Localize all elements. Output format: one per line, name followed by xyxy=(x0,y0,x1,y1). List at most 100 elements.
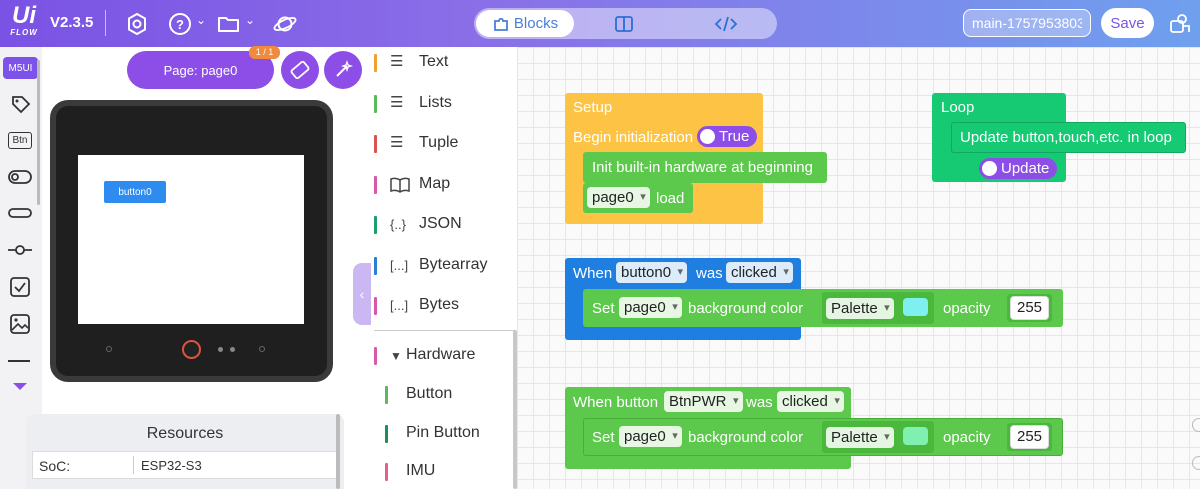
setup-title: Setup xyxy=(573,99,613,116)
magic-tool-button[interactable] xyxy=(324,51,362,89)
category-json[interactable]: {..} JSON xyxy=(371,208,517,248)
filename-input[interactable] xyxy=(963,9,1091,37)
category-color-bar xyxy=(374,176,377,194)
page-dropdown[interactable]: page0 xyxy=(619,426,682,447)
category-bytes[interactable]: [...] Bytes xyxy=(371,289,517,329)
button-widget-icon[interactable]: Btn xyxy=(4,126,36,154)
app-logo: Ui FLOW xyxy=(8,4,40,44)
category-label: Hardware xyxy=(406,346,476,363)
hardware-item-button[interactable]: Button xyxy=(371,378,517,418)
wand-icon xyxy=(336,59,354,77)
checkbox-widget-icon[interactable] xyxy=(4,273,36,301)
label-widget-icon[interactable] xyxy=(4,91,36,119)
version-label: V2.3.5 xyxy=(50,14,94,31)
m5ui-tab[interactable]: M5UI xyxy=(3,57,38,79)
category-lists[interactable]: ☰ Lists xyxy=(371,87,517,127)
mode-blocks-button[interactable]: Blocks xyxy=(476,10,574,37)
collapse-panel-tab[interactable]: ‹ xyxy=(353,263,371,325)
switch-widget-icon[interactable] xyxy=(4,163,36,191)
toolbar-divider xyxy=(105,10,106,36)
soc-value: ESP32-S3 xyxy=(141,458,202,473)
category-color-bar xyxy=(374,54,377,72)
hardware-item-imu[interactable]: IMU xyxy=(371,455,517,489)
category-label: Lists xyxy=(419,94,452,111)
category-label: JSON xyxy=(419,215,462,232)
scroll-down-icon[interactable] xyxy=(13,383,27,390)
screen-button0[interactable]: button0 xyxy=(104,181,166,203)
init-hardware-label: Init built-in hardware at beginning xyxy=(592,159,813,176)
category-color-bar xyxy=(374,216,377,234)
split-view-icon[interactable] xyxy=(614,14,634,34)
chevron-left-icon: ‹ xyxy=(359,286,365,302)
category-label: Tuple xyxy=(419,134,459,151)
code-view-icon[interactable] xyxy=(714,14,738,34)
editor-mode-switch: Blocks xyxy=(474,8,777,39)
was-label: was xyxy=(696,265,723,282)
category-color-bar xyxy=(385,386,388,404)
puzzle-icon xyxy=(494,17,508,31)
hardware-item-pin-button[interactable]: Pin Button xyxy=(371,417,517,457)
settings-icon[interactable] xyxy=(124,11,150,37)
category-label: Bytearray xyxy=(419,256,488,273)
device-dot-right xyxy=(259,346,265,352)
event-type-dropdown[interactable]: clicked xyxy=(726,262,793,283)
category-label: Bytes xyxy=(419,296,460,313)
rotate-screen-button[interactable] xyxy=(281,51,319,89)
when-label: When button xyxy=(573,394,659,411)
set-label: Set xyxy=(592,300,615,317)
user-device-icon[interactable] xyxy=(1168,12,1192,36)
was-label: was xyxy=(746,394,773,411)
resources-scrollbar[interactable] xyxy=(336,414,340,489)
when-label: When xyxy=(573,265,613,282)
workspace-control[interactable] xyxy=(1192,456,1200,470)
resources-title: Resources xyxy=(146,425,224,442)
category-map[interactable]: Map xyxy=(371,168,517,208)
begin-toggle[interactable]: True xyxy=(697,126,758,147)
page-dropdown[interactable]: page0 xyxy=(619,297,682,318)
rotate-icon xyxy=(290,60,310,80)
color-swatch[interactable] xyxy=(903,298,928,316)
device-dot xyxy=(230,347,235,352)
load-label: load xyxy=(656,190,685,207)
slider-widget-icon[interactable] xyxy=(4,236,36,264)
page-dropdown[interactable]: page0 xyxy=(587,187,650,208)
bar-widget-icon[interactable] xyxy=(4,199,36,227)
text-icon: ☰ xyxy=(390,53,404,70)
save-button[interactable]: Save xyxy=(1101,8,1154,38)
palette-dropdown[interactable]: Palette xyxy=(826,298,894,319)
category-color-bar xyxy=(374,95,377,113)
workspace-control[interactable] xyxy=(1192,418,1200,432)
opacity-label: opacity xyxy=(943,300,991,317)
opacity-value[interactable]: 255 xyxy=(1010,425,1050,449)
line-widget-icon[interactable] xyxy=(8,360,30,362)
update-toggle[interactable]: Update xyxy=(979,158,1058,179)
logo-text: Ui xyxy=(12,2,36,29)
chevron-down-icon[interactable]: ⌄ xyxy=(196,13,206,27)
opacity-value[interactable]: 255 xyxy=(1010,296,1050,320)
set-label: Set xyxy=(592,429,615,446)
event-type-dropdown[interactable]: clicked xyxy=(777,391,844,412)
page-count-badge: 1 / 1 xyxy=(249,46,280,59)
folder-icon[interactable] xyxy=(216,11,242,37)
color-swatch[interactable] xyxy=(903,427,928,445)
btn-label: Btn xyxy=(8,131,32,149)
list-icon: ☰ xyxy=(390,94,404,111)
palette-dropdown[interactable]: Palette xyxy=(826,427,894,448)
image-widget-icon[interactable] xyxy=(4,310,36,338)
planet-icon[interactable] xyxy=(272,11,298,37)
event-target-dropdown[interactable]: BtnPWR xyxy=(664,391,743,412)
caret-down-icon: ▼ xyxy=(390,349,402,363)
category-hardware[interactable]: ▼ Hardware xyxy=(371,339,517,379)
rail-scrollbar[interactable] xyxy=(37,60,40,205)
category-text[interactable]: ☰ Text xyxy=(371,46,517,86)
device-power-button[interactable] xyxy=(182,340,201,359)
category-bytearray[interactable]: [...] Bytearray xyxy=(371,249,517,289)
event-target-dropdown[interactable]: button0 xyxy=(616,262,688,283)
help-icon[interactable]: ? xyxy=(167,11,193,37)
chevron-down-icon[interactable]: ⌄ xyxy=(245,13,255,27)
category-label: Map xyxy=(419,175,451,192)
category-color-bar xyxy=(374,257,377,275)
category-tuple[interactable]: ☰ Tuple xyxy=(371,127,517,167)
background-color-label: background color xyxy=(688,300,804,317)
setup-begin-label: Begin initialization xyxy=(573,129,694,146)
